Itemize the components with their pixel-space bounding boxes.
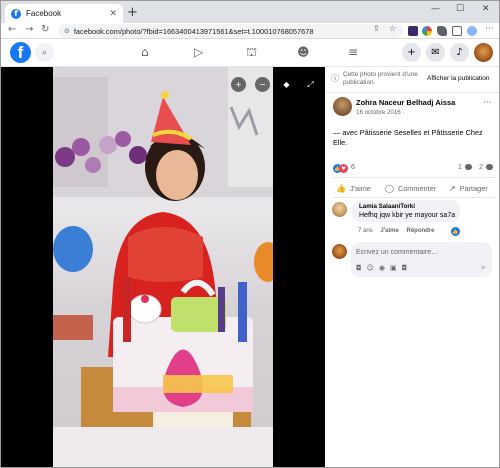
post-photo (53, 67, 273, 467)
browser-window: f Facebook ✕ + — ☐ ✕ ← → ↻ ⊝ facebook.co… (0, 0, 500, 468)
zoom-in-icon[interactable]: + (231, 77, 246, 92)
reactions-summary[interactable]: 👍 ♥ 6 1 2 (333, 164, 495, 174)
comment-meta: 7 ans J'aime Répondre (358, 228, 435, 234)
profile-avatar-icon[interactable] (467, 26, 477, 36)
share-button[interactable]: ↗ Partager (449, 181, 488, 195)
share-count-value: 2 (479, 164, 483, 171)
share-label: Partager (459, 183, 488, 193)
comment-icon: ◯ (385, 183, 394, 193)
divider (333, 177, 495, 178)
comment-like-link[interactable]: J'aime (380, 228, 398, 234)
comment-count[interactable]: 1 (458, 164, 472, 171)
birthday-photo-image (53, 67, 273, 467)
comment-composer[interactable]: ◘ ☺ ◉ ▣ ◘ ➤ (351, 242, 492, 277)
comment-reply-link[interactable]: Répondre (406, 228, 434, 234)
marketplace-icon[interactable]: ⛫ (246, 45, 257, 61)
post-caption: — avec Pâtisserie Seselles et Pâtisserie… (333, 128, 483, 147)
browser-menu-icon[interactable]: ··· (485, 24, 494, 34)
messenger-icon[interactable]: ✉ (426, 43, 445, 62)
gif-icon[interactable]: ▣ (390, 264, 397, 273)
camera-icon[interactable]: ◉ (379, 264, 385, 273)
browser-toolbar: ← → ↻ ⊝ facebook.com/photo/?fbid=1663400… (1, 23, 499, 39)
avatar-sticker-icon[interactable]: ◘ (356, 264, 362, 273)
browser-tab[interactable]: f Facebook ✕ (5, 4, 123, 23)
facebook-favicon-icon: f (11, 8, 21, 19)
comment-input[interactable] (356, 247, 486, 257)
comment-time[interactable]: 7 ans (358, 228, 373, 234)
post-date[interactable]: 16 octobre 2016 · (356, 109, 405, 116)
extensions-puzzle-icon[interactable] (437, 26, 447, 36)
emoji-icon[interactable]: ☺ (367, 264, 374, 273)
more-options-icon[interactable]: ··· (483, 98, 492, 108)
notifications-bell-icon[interactable]: ♪ (450, 43, 469, 62)
photo-viewer: + − ◆ ⤢ (1, 67, 325, 467)
author-name[interactable]: Zohra Naceur Belhadj Aissa (356, 98, 455, 107)
comment-count-icon (464, 164, 472, 171)
reload-icon[interactable]: ↻ (41, 24, 49, 35)
search-icon[interactable]: ⌕ (35, 43, 54, 62)
share-count[interactable]: 2 (479, 164, 493, 171)
like-button[interactable]: 👍 J'aime (336, 181, 371, 195)
facebook-logo-icon[interactable]: f (10, 42, 31, 63)
post-details-panel: ⓘ Cette photo provient d'une publication… (325, 67, 499, 467)
commenter-avatar[interactable] (332, 202, 347, 217)
send-icon[interactable]: ➤ (480, 263, 487, 272)
tag-photo-icon[interactable]: ◆ (279, 77, 294, 92)
comment-text: Hefhq jqw kbir ye mayour sa7a (359, 212, 456, 219)
facebook-header: f ⌕ ⌂ ▷ ⛫ ☻ ≡ + ✉ ♪ (1, 39, 499, 67)
comment-button[interactable]: ◯ Commenter (385, 181, 436, 195)
home-icon[interactable]: ⌂ (141, 45, 149, 59)
post-actions: 👍 J'aime ◯ Commenter ↗ Partager (325, 181, 499, 195)
comment-count-value: 1 (458, 164, 462, 171)
extension-icon[interactable] (408, 26, 418, 36)
account-avatar[interactable] (474, 43, 493, 62)
current-user-avatar (332, 244, 347, 259)
tab-title: Facebook (26, 9, 62, 18)
fullscreen-icon[interactable]: ⤢ (303, 77, 318, 92)
sticker-icon[interactable]: ◘ (402, 264, 408, 273)
video-icon[interactable]: ▷ (194, 45, 203, 59)
zoom-out-icon[interactable]: − (255, 77, 270, 92)
tab-strip: f Facebook ✕ + — ☐ ✕ (1, 1, 499, 23)
side-panel-icon[interactable] (452, 26, 462, 36)
comment-bubble: Lamia SalaaniTorki Hefhq jqw kbir ye may… (352, 200, 460, 222)
url-text: facebook.com/photo/?fbid=166340041397156… (73, 26, 314, 36)
bookmark-star-icon[interactable]: ☆ (389, 24, 396, 33)
create-icon[interactable]: + (402, 43, 421, 62)
back-icon[interactable]: ← (8, 24, 16, 35)
extension-color-icon[interactable] (422, 26, 432, 36)
divider (325, 92, 499, 93)
tab-close-icon[interactable]: ✕ (109, 9, 117, 19)
info-icon: ⓘ (331, 74, 339, 83)
photo-source-notice: ⓘ Cette photo provient d'une publication… (331, 71, 495, 89)
divider (333, 197, 495, 198)
thumbs-up-icon: 👍 (336, 183, 346, 193)
share-page-icon[interactable]: ⇪ (373, 24, 380, 33)
love-reaction-icon: ♥ (339, 164, 348, 173)
minimize-icon[interactable]: — (431, 4, 440, 14)
share-icon: ↗ (449, 183, 456, 193)
composer-tools: ◘ ☺ ◉ ▣ ◘ (356, 264, 407, 273)
forward-icon[interactable]: → (25, 24, 33, 35)
commenter-name[interactable]: Lamia SalaaniTorki (359, 203, 453, 210)
groups-icon[interactable]: ☻ (297, 45, 310, 59)
address-bar[interactable]: ⊝ facebook.com/photo/?fbid=1663400413971… (58, 24, 403, 38)
menu-icon[interactable]: ≡ (348, 45, 358, 59)
share-count-icon (485, 164, 493, 171)
view-post-link[interactable]: Afficher la publication (427, 75, 490, 82)
like-label: J'aime (349, 183, 371, 193)
site-info-icon[interactable]: ⊝ (64, 27, 70, 35)
notice-text: Cette photo provient d'une publication. (343, 71, 418, 86)
author-avatar[interactable] (333, 97, 352, 116)
comment-like-reaction-icon: 👍 (451, 227, 460, 236)
new-tab-icon[interactable]: + (127, 5, 138, 20)
maximize-icon[interactable]: ☐ (456, 4, 464, 14)
window-close-icon[interactable]: ✕ (482, 4, 490, 14)
reaction-count: 6 (351, 164, 355, 171)
comment-label: Commenter (397, 183, 437, 193)
